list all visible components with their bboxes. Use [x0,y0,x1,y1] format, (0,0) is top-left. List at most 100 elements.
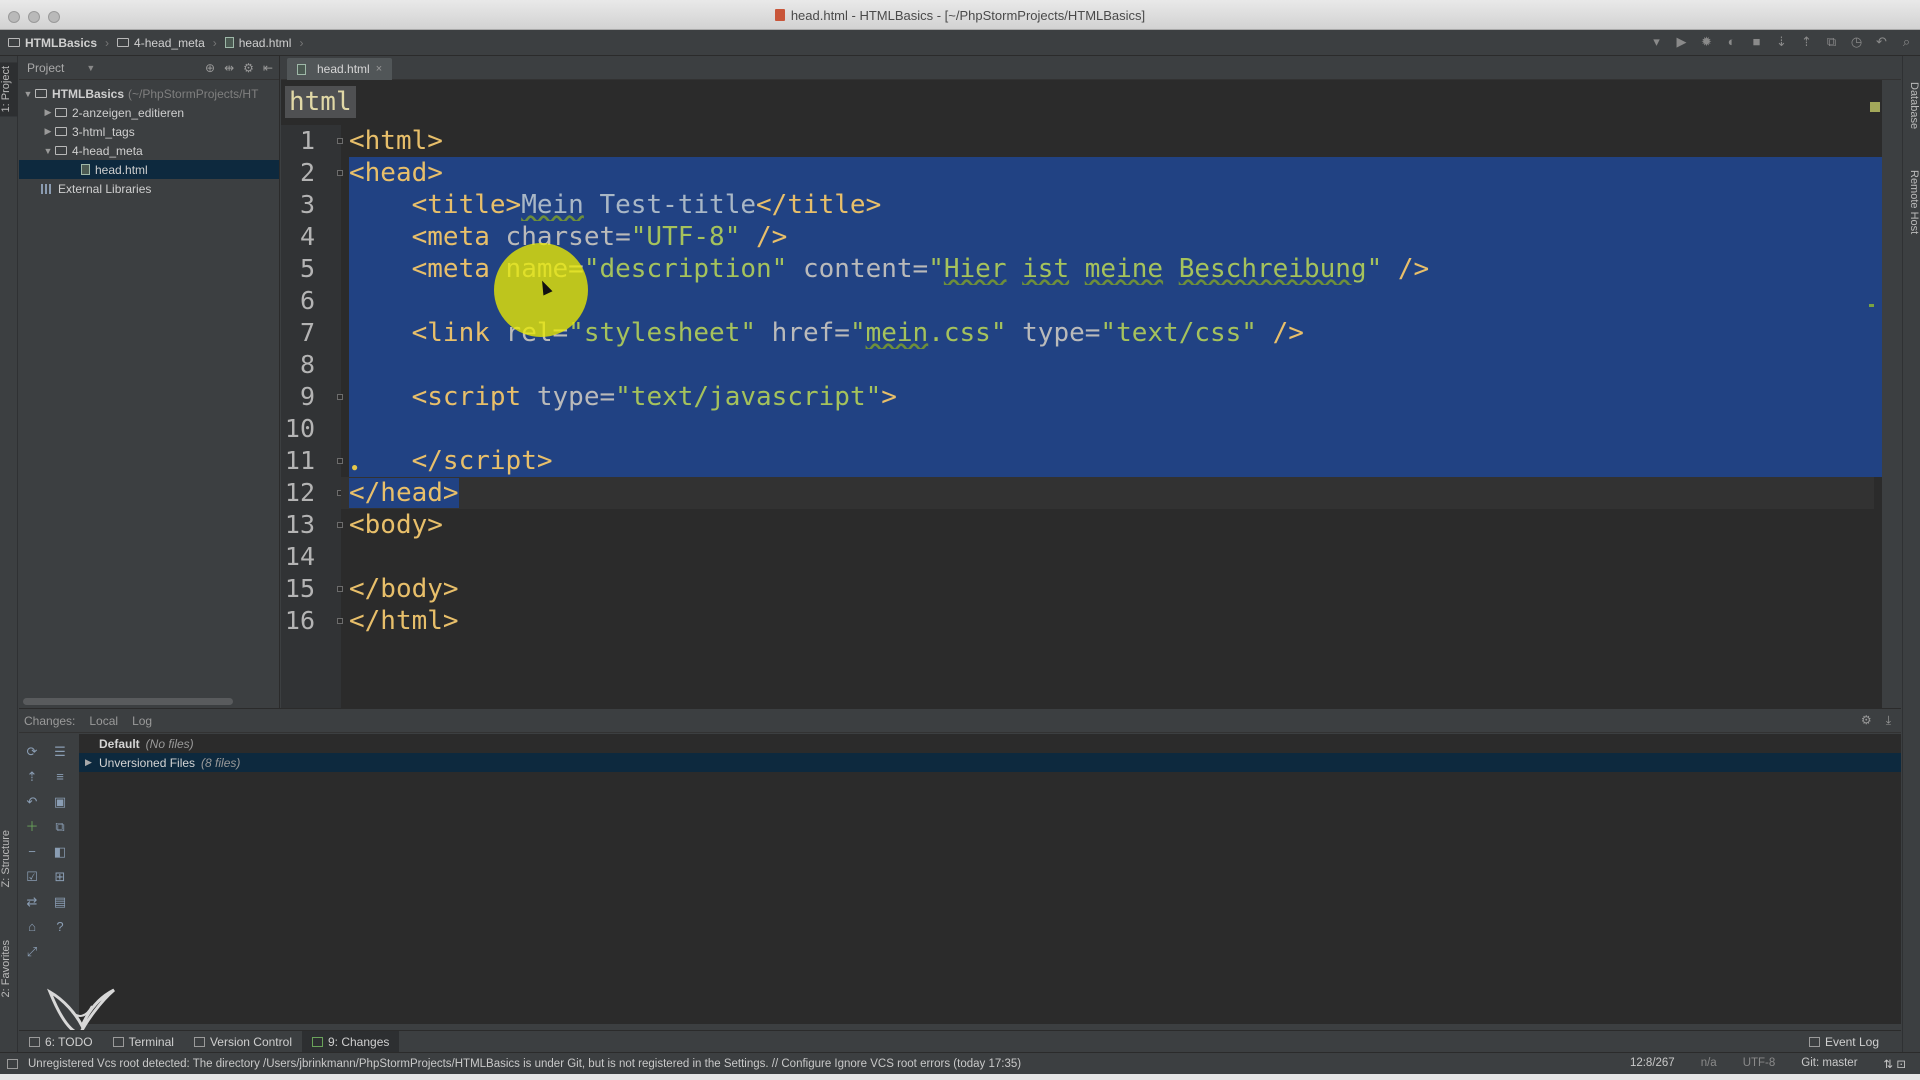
locate-icon[interactable]: ⊕ [205,61,215,75]
expand-all-icon[interactable]: ☰ [52,744,68,760]
compare-icon[interactable]: ⧉ [1824,34,1839,49]
html-file-icon [774,9,785,21]
expanded-arrow-icon[interactable]: ▼ [21,89,35,99]
line-number: 2 [299,158,315,187]
breadcrumb-folder[interactable]: 4-head_meta › [117,36,217,50]
tab-local[interactable]: Local [89,714,118,728]
file-encoding[interactable]: UTF-8 [1743,1057,1776,1071]
tab-project[interactable]: 1: Project [0,62,18,117]
lock-icon[interactable]: ⌂ [24,919,40,935]
fold-marker-icon[interactable] [337,586,343,592]
tab-log[interactable]: Log [132,714,152,728]
toggle-tool-windows-icon[interactable] [7,1058,18,1069]
fold-marker-icon[interactable] [337,394,343,400]
help-icon[interactable]: ? [52,919,68,935]
changes-toolbar: ⟳ ☰ ⇡ ≡ ↶ ▣ ＋ ⧉ − ◧ ☑ ⊞ ⇄ ▤ ⌂ ? ⤢ [19,734,79,1024]
change-marker [1869,304,1874,307]
line-number: 14 [284,542,315,571]
vcs-update-icon[interactable]: ⇣ [1774,34,1789,49]
intention-bulb-icon[interactable]: ● [351,460,361,474]
collapsed-arrow-icon[interactable]: ▶ [85,757,99,768]
line-separator[interactable]: n/a [1701,1057,1717,1071]
tree-item-root[interactable]: ▼ HTMLBasics (~/PhpStormProjects/HT [19,84,279,103]
fold-marker-icon[interactable] [337,618,343,624]
collapse-all-icon[interactable]: ≡ [52,769,68,785]
history-icon[interactable]: ◷ [1849,34,1864,49]
add-icon[interactable]: ＋ [24,819,40,835]
diff-icon[interactable]: ◧ [52,844,68,860]
lock-icon[interactable]: ⇅ ⊡ [1884,1057,1906,1071]
collapsed-arrow-icon[interactable]: ▶ [41,107,55,118]
gear-icon[interactable]: ⚙ [1861,713,1872,728]
tab-favorites[interactable]: 2: Favorites [0,936,18,1001]
fold-marker-icon[interactable] [337,522,343,528]
gear-icon[interactable]: ⚙ [243,61,254,75]
tree-item-folder[interactable]: ▶ 2-anzeigen_editieren [19,103,279,122]
git-branch[interactable]: Git: master [1801,1057,1857,1071]
preview-icon[interactable]: ▤ [52,894,68,910]
folder-icon [55,108,67,117]
breadcrumb-project[interactable]: HTMLBasics › [8,36,109,50]
code-line-13: <body> [349,510,443,540]
tree-item-folder[interactable]: ▼ 4-head_meta [19,141,279,160]
search-icon[interactable]: ⌕ [1899,34,1914,49]
line-number: 4 [299,222,315,251]
commit-icon[interactable]: ⇡ [24,769,40,785]
tree-item-folder[interactable]: ▶ 3-html_tags [19,122,279,141]
move-icon[interactable]: ⇄ [24,894,40,910]
code-line-1: <html> [349,126,443,156]
collapsed-arrow-icon[interactable]: ▶ [41,126,55,137]
debug-icon[interactable]: ✹ [1699,34,1714,49]
breadcrumb-file[interactable]: head.html › [224,36,303,50]
project-view-selector[interactable]: Project [27,61,64,75]
collapse-icon[interactable]: ⇹ [224,61,234,75]
code-editor[interactable]: html 1 2 3 4 5 6 7 8 9 10 11 12 13 14 15… [281,80,1882,708]
tool-window-event-log[interactable]: Event Log [1799,1031,1889,1053]
hide-panel-icon[interactable]: ⇤ [263,61,273,75]
caret-position[interactable]: 12:8/267 [1630,1057,1675,1071]
fold-marker-icon[interactable] [337,458,343,464]
close-icon[interactable]: × [376,63,382,75]
line-number: 16 [284,606,315,635]
stop-icon[interactable]: ■ [1749,34,1764,49]
checkbox-icon[interactable]: ☑ [24,869,40,885]
fold-marker-icon[interactable] [337,138,343,144]
left-tool-strip: 1: Project Z: Structure 2: Favorites [0,56,18,1056]
fold-marker-icon[interactable] [337,170,343,176]
revert-icon[interactable]: ↶ [1874,34,1889,49]
vcs-commit-icon[interactable]: ⇡ [1799,34,1814,49]
terminal-icon [112,1036,124,1047]
code-line-2: <head> [349,157,1882,189]
rollback-icon[interactable]: ↶ [24,794,40,810]
run-icon[interactable]: ▶ [1674,34,1689,49]
status-message[interactable]: Unregistered Vcs root detected: The dire… [28,1058,1021,1070]
tool-window-version-control[interactable]: Version Control [184,1031,302,1053]
line-number: 11 [284,446,315,475]
tool-window-changes[interactable]: 9: Changes [301,1030,400,1053]
navigation-bar: HTMLBasics › 4-head_meta › head.html › ▾ ▶ … [0,30,1920,56]
chevron-down-icon[interactable]: ▼ [86,63,95,73]
line-number: 12 [284,478,315,507]
shelve-icon[interactable]: ▣ [52,794,68,810]
coverage-icon[interactable]: ◐ [1724,34,1739,49]
remove-icon[interactable]: − [24,844,40,860]
expand-icon[interactable]: ⤢ [24,944,40,960]
expanded-arrow-icon[interactable]: ▼ [41,146,55,156]
tab-structure[interactable]: Z: Structure [0,826,18,891]
minimize-panel-icon[interactable]: ⤓ [1886,713,1891,728]
tab-database[interactable]: Database [1902,78,1920,133]
copy-icon[interactable]: ⧉ [52,819,68,835]
tab-remote-host[interactable]: Remote Host [1902,166,1920,238]
tool-window-todo[interactable]: 6: TODO [19,1031,103,1053]
group-icon[interactable]: ⊞ [52,869,68,885]
tab-head-html[interactable]: head.html × [287,58,393,80]
tree-item-external-libraries[interactable]: External Libraries [19,179,279,198]
list-item-unversioned[interactable]: ▶ Unversioned Files (8 files) [79,753,1901,772]
tool-window-terminal[interactable]: Terminal [103,1031,184,1053]
run-config-dropdown-icon[interactable]: ▾ [1649,34,1664,49]
tree-item-file-selected[interactable]: head.html [19,160,279,179]
refresh-icon[interactable]: ⟳ [24,744,40,760]
list-item-default-changelist[interactable]: Default (No files) [79,734,1901,753]
inspection-status-icon[interactable] [1870,102,1880,112]
horizontal-scrollbar[interactable] [23,698,233,705]
